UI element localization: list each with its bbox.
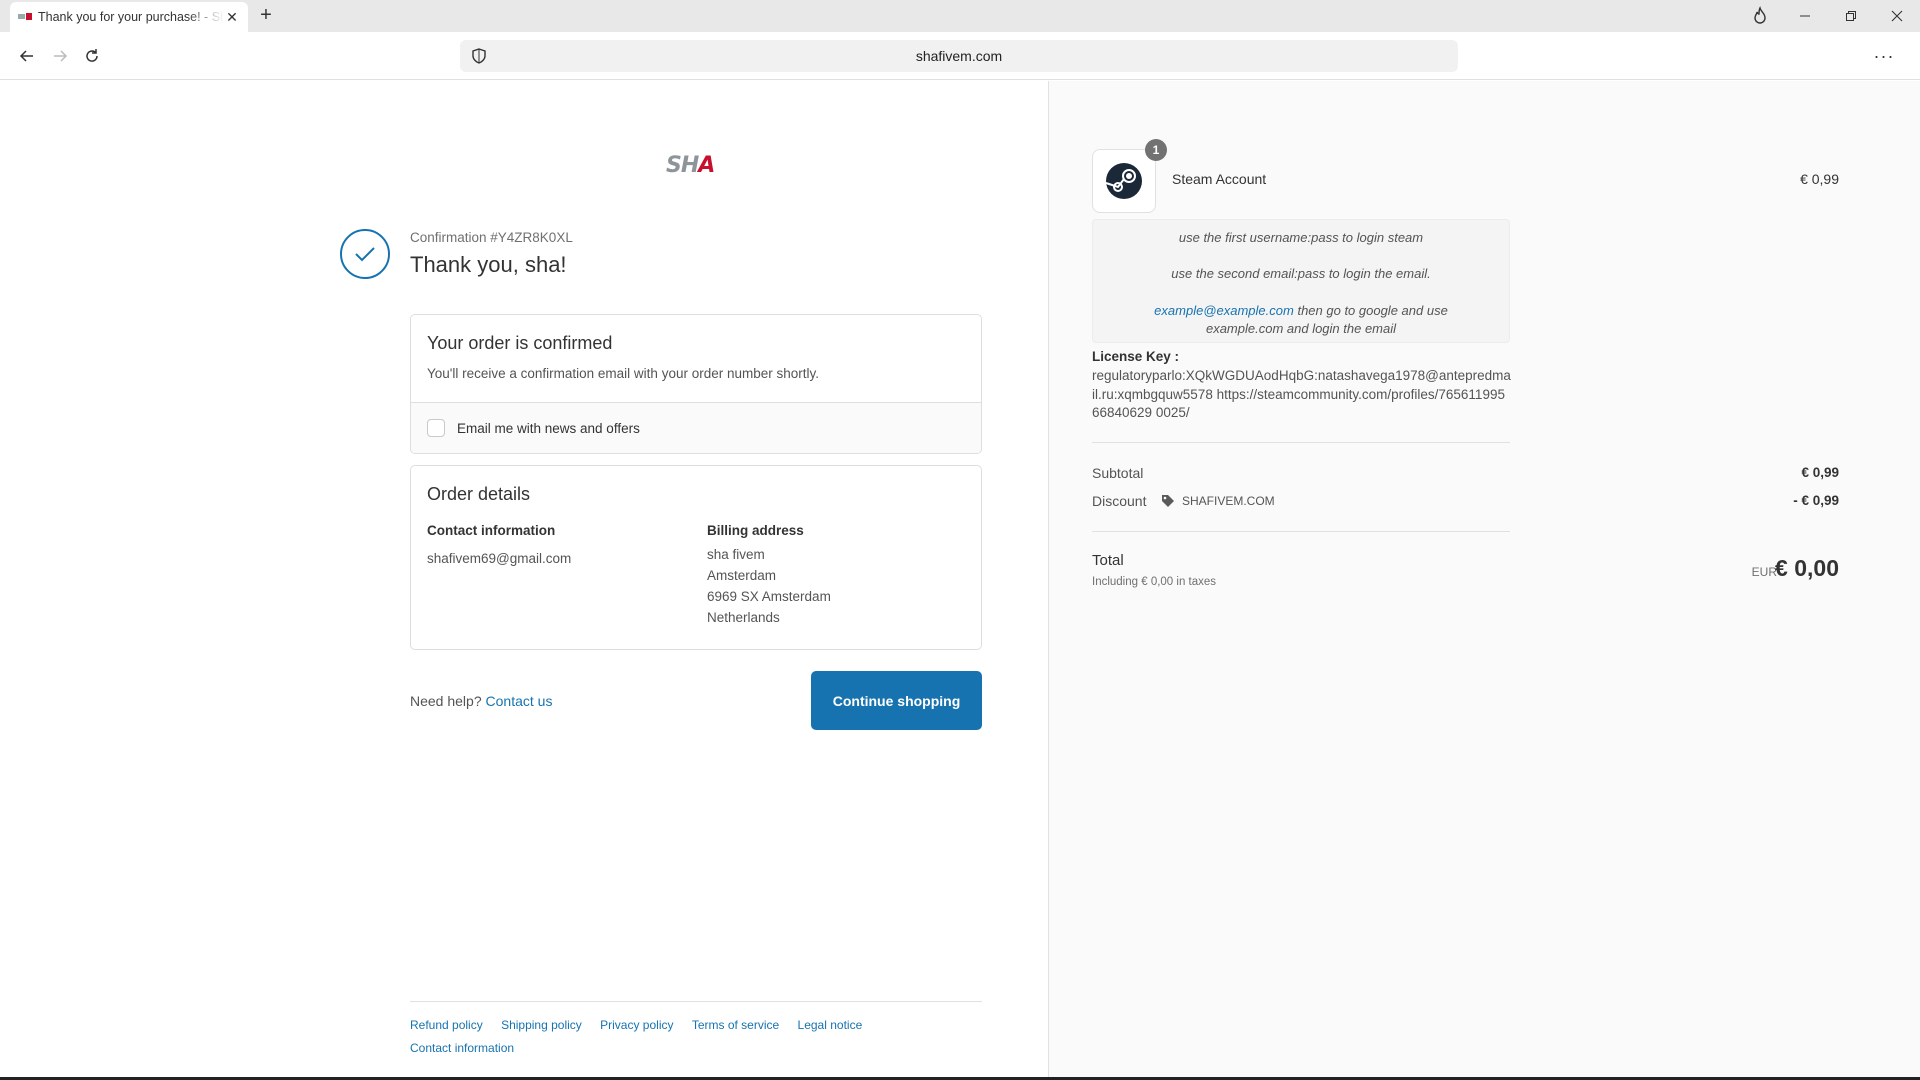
- confirmation-number: Confirmation #Y4ZR8K0XL: [410, 230, 573, 245]
- discount-label: Discount: [1092, 493, 1147, 509]
- steam-icon: [1105, 163, 1142, 199]
- contact-heading: Contact information: [427, 523, 556, 538]
- subtotal-value: € 0,99: [1801, 465, 1839, 480]
- order-details-card: Order details Contact information shafiv…: [410, 465, 982, 650]
- tag-icon: [1162, 495, 1174, 507]
- help-text: Need help? Contact us: [410, 693, 553, 709]
- contact-us-link[interactable]: Contact us: [486, 693, 553, 709]
- browser-nav-bar: shafivem.com ···: [0, 32, 1920, 80]
- summary-divider: [1092, 442, 1510, 443]
- note-line: example@example.com then go to google an…: [1154, 303, 1448, 318]
- discount-value: - € 0,99: [1793, 493, 1839, 508]
- minimize-icon[interactable]: [1782, 0, 1828, 32]
- billing-address: Billing address sha fivem Amsterdam 6969…: [707, 523, 831, 628]
- quantity-badge: 1: [1145, 139, 1167, 161]
- continue-shopping-button[interactable]: Continue shopping: [811, 671, 982, 730]
- order-details-heading: Order details: [427, 484, 531, 504]
- forward-arrow-icon[interactable]: [48, 44, 72, 68]
- subtotal-label: Subtotal: [1092, 465, 1144, 481]
- site-favicon-icon: [18, 13, 32, 21]
- billing-line: sha fivem: [707, 547, 765, 562]
- newsletter-row[interactable]: Email me with news and offers: [411, 402, 981, 453]
- check-icon: [340, 229, 390, 279]
- privacy-policy-link[interactable]: Privacy policy: [600, 1018, 673, 1032]
- tab-title: Thank you for your purchase! - Sha: [38, 10, 224, 24]
- order-confirmed-card: Your order is confirmed You'll receive a…: [410, 314, 982, 454]
- browser-tab-bar: Thank you for your purchase! - Sha ✕ +: [0, 0, 1920, 32]
- contact-information: Contact information shafivem69@gmail.com: [427, 523, 571, 569]
- contact-information-link[interactable]: Contact information: [410, 1041, 514, 1055]
- address-bar[interactable]: shafivem.com: [460, 40, 1458, 72]
- close-window-icon[interactable]: [1874, 0, 1920, 32]
- note-line: example.com and login the email: [1205, 321, 1397, 336]
- order-confirmed-heading: Your order is confirmed: [427, 333, 613, 353]
- total-label: Total: [1092, 552, 1124, 569]
- order-confirmed-subtext: You'll receive a confirmation email with…: [427, 366, 820, 381]
- note-line: use the first username:pass to login ste…: [1178, 230, 1424, 245]
- total-divider: [1092, 531, 1510, 532]
- footer-divider: [410, 1001, 982, 1002]
- shipping-policy-link[interactable]: Shipping policy: [501, 1018, 582, 1032]
- restore-icon[interactable]: [1828, 0, 1874, 32]
- product-price: € 0,99: [1800, 171, 1839, 187]
- product-notes: use the first username:pass to login ste…: [1092, 219, 1510, 343]
- fire-icon[interactable]: [1750, 6, 1770, 26]
- product-name: Steam Account: [1172, 171, 1267, 187]
- contact-email: shafivem69@gmail.com: [427, 551, 572, 566]
- more-menu-icon[interactable]: ···: [1872, 44, 1896, 68]
- main-content: SHA Confirmation #Y4ZR8K0XL Thank you, s…: [0, 81, 1048, 1080]
- license-key-value[interactable]: regulatoryparlo:XQkWGDUAodHqbG:natashave…: [1092, 367, 1512, 423]
- footer-links: Refund policy Shipping policy Privacy po…: [410, 1018, 982, 1064]
- total-currency: EUR: [1751, 565, 1777, 579]
- billing-heading: Billing address: [707, 523, 804, 538]
- shop-logo[interactable]: SHA: [666, 153, 726, 178]
- license-key-label: License Key :: [1092, 349, 1180, 364]
- checkout-page: SHA Confirmation #Y4ZR8K0XL Thank you, s…: [0, 81, 1920, 1080]
- billing-line: 6969 SX Amsterdam: [707, 589, 831, 604]
- billing-line: Amsterdam: [707, 568, 777, 583]
- browser-tab[interactable]: Thank you for your purchase! - Sha ✕: [10, 2, 248, 32]
- close-tab-icon[interactable]: ✕: [224, 9, 240, 25]
- order-summary: 1 Steam Account € 0,99 use the first use…: [1048, 81, 1920, 1080]
- new-tab-plus-icon[interactable]: +: [256, 5, 276, 26]
- shield-icon[interactable]: [470, 47, 488, 65]
- refund-policy-link[interactable]: Refund policy: [410, 1018, 483, 1032]
- newsletter-label[interactable]: Email me with news and offers: [457, 421, 640, 436]
- billing-line: Netherlands: [707, 610, 780, 625]
- total-value: € 0,00: [1775, 555, 1839, 581]
- note-line: use the second email:pass to login the e…: [1171, 266, 1431, 281]
- thank-you-heading: Thank you, sha!: [410, 252, 567, 277]
- terms-of-service-link[interactable]: Terms of service: [692, 1018, 779, 1032]
- reload-icon[interactable]: [80, 44, 104, 68]
- product-thumbnail: [1092, 149, 1156, 213]
- url-text: shafivem.com: [915, 48, 1003, 64]
- back-arrow-icon[interactable]: [15, 44, 39, 68]
- discount-code: SHAFIVEM.COM: [1160, 493, 1275, 509]
- example-email-link[interactable]: example@example.com: [1154, 303, 1294, 318]
- total-tax-note: Including € 0,00 in taxes: [1092, 576, 1217, 588]
- legal-notice-link[interactable]: Legal notice: [798, 1018, 863, 1032]
- newsletter-checkbox[interactable]: [427, 419, 445, 437]
